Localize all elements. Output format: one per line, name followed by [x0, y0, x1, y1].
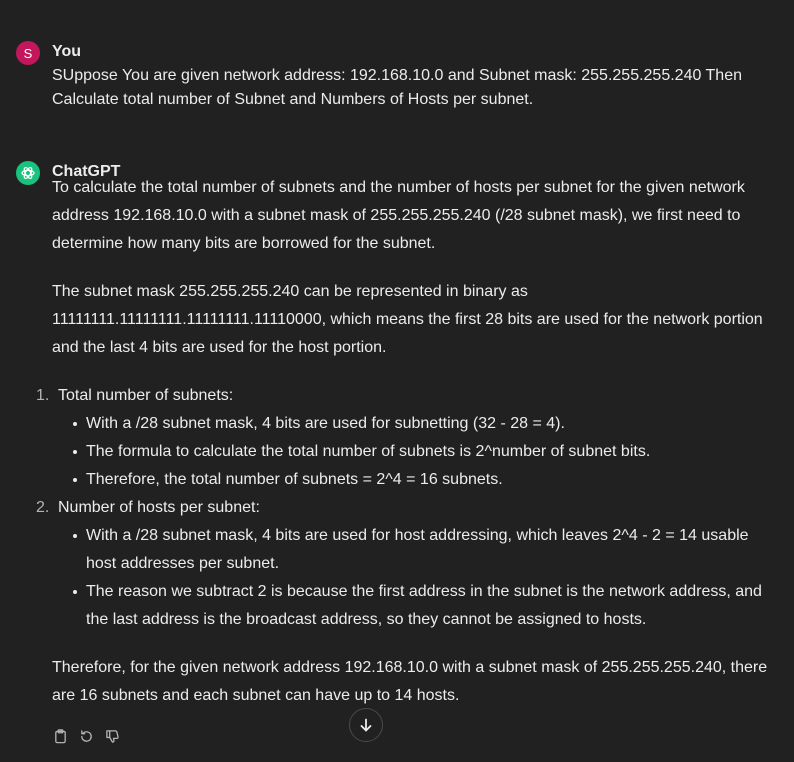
list-item-title: Total number of subnets: — [58, 387, 234, 404]
user-author-name: You — [52, 43, 82, 60]
assistant-message: ChatGPT To calculate the total number of… — [16, 160, 778, 720]
bullet-item: With a /28 subnet mask, 4 bits are used … — [73, 522, 778, 578]
bullet-list: With a /28 subnet mask, 4 bits are used … — [58, 410, 778, 494]
clipboard-icon[interactable] — [52, 728, 68, 744]
assistant-paragraph-intro: To calculate the total number of subnets… — [52, 179, 745, 252]
assistant-message-body: To calculate the total number of subnets… — [36, 174, 778, 710]
bullet-list: With a /28 subnet mask, 4 bits are used … — [58, 522, 778, 634]
list-item: 1. Total number of subnets: With a /28 s… — [36, 382, 778, 494]
bullet-item: The reason we subtract 2 is because the … — [73, 578, 778, 634]
user-avatar-letter: S — [23, 45, 33, 61]
user-message-text: SUppose You are given network address: 1… — [52, 67, 742, 108]
chatgpt-logo-icon — [16, 161, 40, 185]
scroll-down-button[interactable] — [349, 708, 383, 742]
numbered-list: 1. Total number of subnets: With a /28 s… — [36, 382, 778, 634]
bullet-item: With a /28 subnet mask, 4 bits are used … — [73, 410, 778, 438]
list-item: 2. Number of hosts per subnet: With a /2… — [36, 494, 778, 634]
regenerate-icon[interactable] — [78, 728, 94, 744]
assistant-paragraph-binary: The subnet mask 255.255.255.240 can be r… — [52, 283, 763, 356]
thumbs-down-icon[interactable] — [104, 728, 120, 744]
list-item-number: 2. — [36, 499, 50, 516]
bullet-item: Therefore, the total number of subnets =… — [73, 466, 778, 494]
list-item-number: 1. — [36, 387, 50, 404]
assistant-paragraph-conclusion: Therefore, for the given network address… — [52, 659, 768, 704]
list-item-title: Number of hosts per subnet: — [58, 499, 260, 516]
user-avatar: S — [16, 41, 40, 65]
bullet-item: The formula to calculate the total numbe… — [73, 438, 778, 466]
user-message: S You SUppose You are given network addr… — [16, 40, 778, 120]
message-actions — [52, 728, 120, 744]
arrow-down-icon — [360, 718, 372, 732]
